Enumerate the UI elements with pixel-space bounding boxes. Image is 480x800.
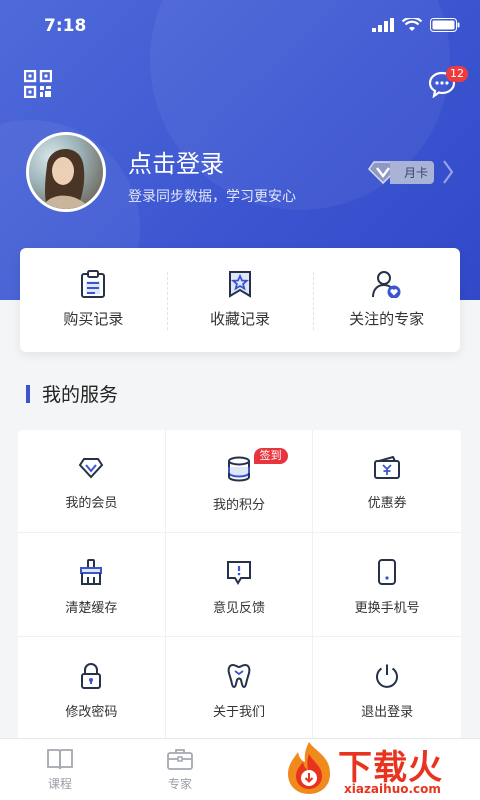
tooth-icon [227,663,251,688]
section-title: 我的服务 [26,380,118,407]
service-membership[interactable]: 我的会员 [18,430,166,534]
service-label: 意见反馈 [212,601,265,617]
service-label: 修改密码 [65,704,118,720]
status-time: 7:18 [44,16,87,36]
section-accent-bar [26,384,30,403]
clipboard-icon [81,270,106,298]
brush-icon [80,559,103,586]
coupon-icon [374,456,401,479]
service-logout[interactable]: 退出登录 [313,637,461,740]
service-change-password[interactable]: 修改密码 [18,636,166,740]
status-bar: 7:18 [0,0,480,56]
service-label: 更换手机号 [354,601,420,617]
phone-icon [378,559,397,586]
tab-courses[interactable]: 课程 [30,747,90,792]
coins-icon [227,456,250,482]
login-subtitle: 登录同步数据，学习更安心 [128,189,296,205]
watermark: 下载火 xiazaihuo.com [282,738,480,800]
signal-icon [372,18,394,32]
status-icons [372,18,460,32]
service-about-us[interactable]: 关于我们 [166,636,314,740]
chevron-right-icon [443,160,454,184]
service-label: 我的积分 [212,498,265,513]
quick-action-label: 收藏记录 [210,310,271,328]
vip-tag: 月卡 [390,160,435,184]
power-icon [376,664,399,688]
wifi-icon [402,18,422,31]
quick-action-label: 购买记录 [63,310,124,328]
followed-experts-button[interactable]: 关注的专家 [313,248,460,352]
favorites-button[interactable]: 收藏记录 [166,248,314,352]
bookmark-star-icon [229,271,251,298]
service-change-phone[interactable]: 更换手机号 [313,533,461,637]
service-label: 优惠券 [367,496,407,511]
tab-label: 专家 [167,777,192,791]
briefcase-icon [167,749,193,770]
feedback-icon [226,561,251,586]
vip-card[interactable]: 月卡 [368,158,454,186]
section-title-text: 我的服务 [42,384,119,406]
purchase-records-button[interactable]: 购买记录 [20,248,167,352]
quick-actions: 购买记录 收藏记录 关注的专家 [20,248,460,352]
quick-action-label: 关注的专家 [349,310,425,328]
service-label: 清楚缓存 [65,601,118,617]
diamond-icon [79,458,104,479]
tab-label: 课程 [47,777,72,791]
battery-icon [430,18,460,32]
book-icon [47,749,73,770]
service-label: 退出登录 [361,704,414,720]
flame-logo-icon [288,742,330,794]
service-label: 我的会员 [65,496,118,511]
service-clear-cache[interactable]: 清楚缓存 [18,533,166,637]
tab-experts[interactable]: 专家 [150,747,210,792]
user-heart-icon [371,271,401,298]
login-title[interactable]: 点击登录 [128,144,224,179]
qr-code-icon[interactable] [24,70,52,98]
service-points[interactable]: 签到 我的积分 [165,430,314,534]
message-badge: 12 [446,66,468,82]
service-feedback[interactable]: 意见反馈 [165,533,314,637]
service-coupon[interactable]: 优惠券 [313,430,461,534]
watermark-url: xiazaihuo.com [344,782,441,796]
services-grid: 我的会员 签到 我的积分 优惠券 清楚缓存 意见反馈 更换手机号 修改密码 关于… [18,430,461,740]
avatar[interactable] [26,132,106,212]
service-label: 关于我们 [212,704,265,720]
lock-icon [81,662,102,689]
checkin-badge[interactable]: 签到 [253,448,288,464]
